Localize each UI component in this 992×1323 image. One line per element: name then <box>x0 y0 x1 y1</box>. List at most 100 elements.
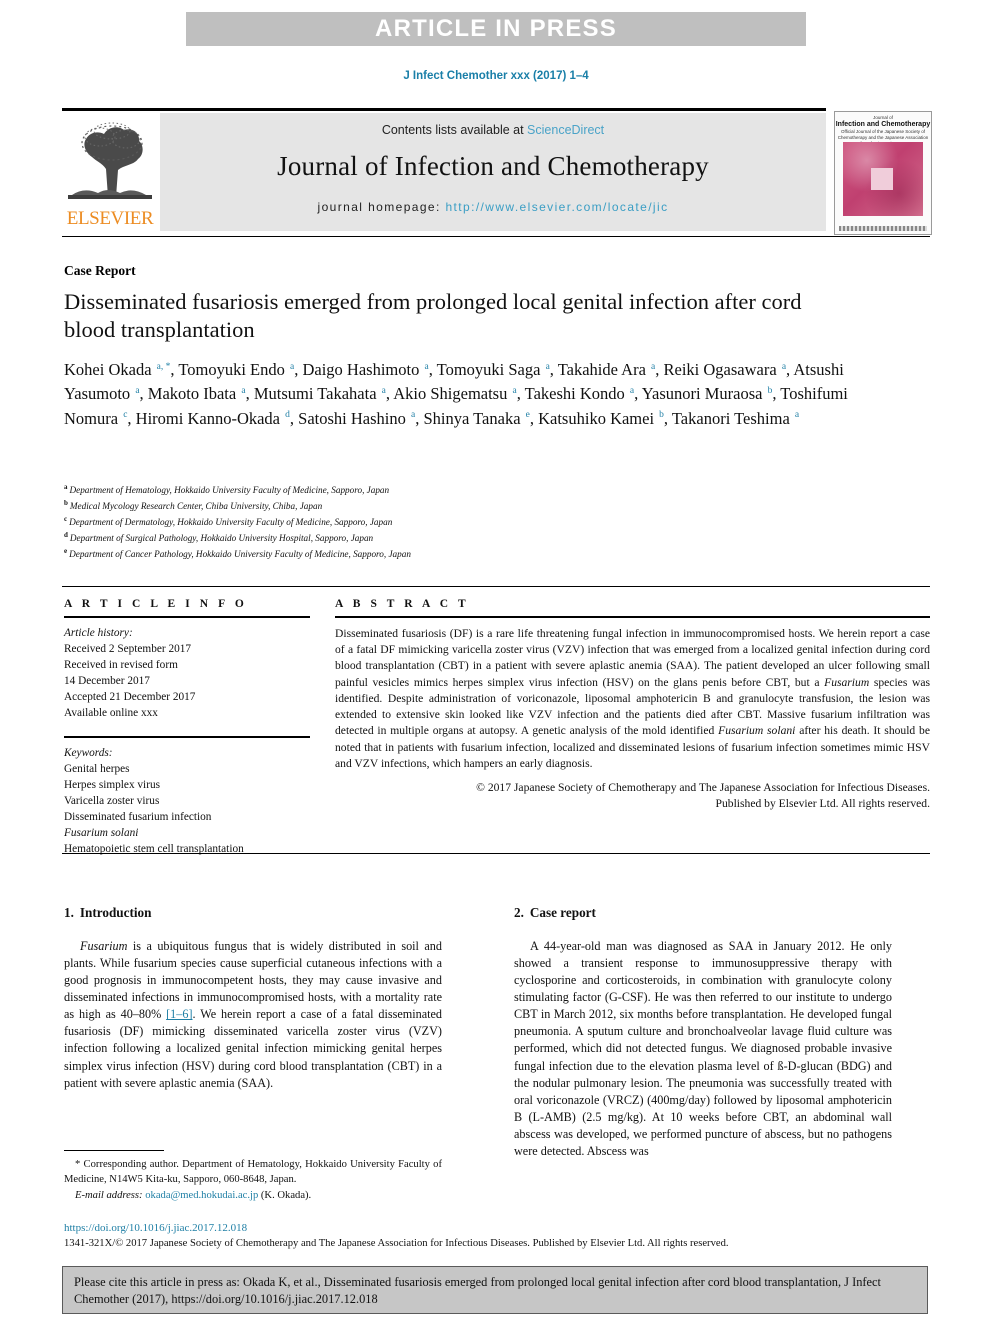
infobox-top-rule <box>62 586 930 587</box>
case-report-number: 2. <box>514 905 524 920</box>
author-affiliation-mark: a <box>241 385 246 396</box>
author-affiliation-mark: d <box>285 410 290 421</box>
author-name: Takahide Ara <box>557 360 651 379</box>
abstract-text: Disseminated fusariosis (DF) is a rare l… <box>335 626 930 772</box>
species-name-italic: Fusarium <box>824 675 870 689</box>
species-name-italic: Fusarium solani <box>718 724 796 738</box>
author-name: Katsuhiko Kamei <box>538 408 659 428</box>
author-name: Takanori Teshima <box>671 408 794 428</box>
elsevier-tree-icon <box>68 122 152 199</box>
author-name: Tomoyuki Endo <box>178 360 289 379</box>
affiliation-text: Department of Dermatology, Hokkaido Univ… <box>69 517 393 527</box>
footnote-text: * Corresponding author. Department of He… <box>64 1158 442 1188</box>
affiliation-item: a Department of Hematology, Hokkaido Univ… <box>64 482 764 498</box>
fusarium-italic: Fusarium <box>80 939 128 953</box>
author-affiliation-mark: b <box>659 410 664 421</box>
article-history-item: Received 2 September 2017 <box>64 643 192 656</box>
masthead-center: Contents lists available at ScienceDirec… <box>160 113 826 231</box>
keyword-item: Disseminated fusarium infection <box>64 811 212 824</box>
article-info-heading: A R T I C L E I N F O <box>64 598 248 610</box>
elsevier-logo: ELSEVIER <box>62 113 158 231</box>
article-history-block: Article history: Received 2 September 20… <box>64 625 310 721</box>
journal-homepage-link[interactable]: http://www.elsevier.com/locate/jic <box>445 200 668 214</box>
author-list: Kohei Okada a, *, Tomoyuki Endo a, Daigo… <box>64 360 848 428</box>
issn-copyright-line: 1341-321X/© 2017 Japanese Society of Che… <box>64 1238 729 1249</box>
author-name: Mutsumi Takahata <box>253 384 381 404</box>
email-label: E-mail address: <box>75 1189 143 1201</box>
running-head: J Infect Chemother xxx (2017) 1–4 <box>403 70 589 82</box>
page-title: Disseminated fusariosis emerged from pro… <box>64 289 802 343</box>
affiliation-item: e Department of Cancer Pathology, Hokkaid… <box>64 546 764 562</box>
introduction-title: Introduction <box>79 905 152 920</box>
masthead-top-rule <box>62 108 826 111</box>
author-affiliation-mark: a <box>651 361 656 372</box>
author-name: Akio Shigematsu <box>393 384 512 404</box>
affiliation-item: b Medical Mycology Research Center, Chiba… <box>64 498 764 514</box>
cover-kicker: Journal of <box>873 115 893 120</box>
journal-cover-thumbnail: Journal of Infection and Chemotherapy Of… <box>834 111 932 235</box>
author-affiliation-mark: a <box>424 361 429 372</box>
article-in-press-banner: ARTICLE IN PRESS <box>186 12 806 46</box>
column-introduction: 1. Introduction Fusarium is a ubiquitous … <box>64 905 442 1092</box>
author-affiliation-mark: a, * <box>156 361 171 372</box>
article-page: ARTICLE IN PRESS J Infect Chemother xxx … <box>0 0 992 1323</box>
doi-link[interactable]: https://doi.org/10.1016/j.jiac.2017.12.0… <box>64 1222 247 1234</box>
keywords-rule <box>64 736 310 739</box>
author-affiliation-mark: a <box>381 385 386 396</box>
affiliation-item: c Department of Dermatology, Hokkaido Uni… <box>64 514 764 530</box>
cite-this-article-box: Please cite this article in press as: Ok… <box>62 1266 928 1314</box>
cover-title: Infection and Chemotherapy <box>835 120 931 128</box>
author-affiliation-mark: a <box>290 361 295 372</box>
author-affiliation-mark: a <box>794 410 800 421</box>
author-affiliation-mark: e <box>525 410 530 421</box>
case-report-heading: 2. Case report <box>514 905 892 921</box>
author-name: Hiromi Kanno-Okada <box>135 408 285 428</box>
keyword-item: Genital herpes <box>64 763 130 776</box>
homepage-prefix: journal homepage: <box>317 200 446 214</box>
article-in-press-label: ARTICLE IN PRESS <box>375 15 617 42</box>
keyword-item: Varicella zoster virus <box>64 795 160 808</box>
article-history-label: Article history: <box>64 627 133 639</box>
column-case-report: 2. Case report A 44-year-old man was diag… <box>514 905 892 1160</box>
introduction-heading: 1. Introduction <box>64 905 442 921</box>
email-link[interactable]: okada@med.hokudai.ac.jp <box>145 1190 258 1201</box>
corresponding-author-text: * Corresponding author. Department of He… <box>64 1159 442 1185</box>
article-type-label: Case Report <box>64 263 136 278</box>
introduction-number: 1. <box>64 905 74 920</box>
author-name: Reiki Ogasawara <box>663 360 781 379</box>
affiliation-text: Medical Mycology Research Center, Chiba … <box>69 501 323 512</box>
journal-homepage-line: journal homepage: http://www.elsevier.co… <box>160 200 826 214</box>
journal-title: Journal of Infection and Chemotherapy <box>277 151 709 181</box>
affiliation-text: Department of Surgical Pathology, Hokkai… <box>69 532 374 543</box>
abstract-rule <box>335 616 930 618</box>
contents-lists-line: Contents lists available at ScienceDirec… <box>160 123 826 137</box>
copyright-line-2: Published by Elsevier Ltd. All rights re… <box>715 797 930 811</box>
author-affiliation-mark: b <box>767 385 773 396</box>
author-name: Tomoyuki Saga <box>436 360 545 379</box>
email-line: E-mail address: okada@med.hokudai.ac.jp … <box>64 1190 442 1201</box>
sciencedirect-link[interactable]: ScienceDirect <box>527 123 604 137</box>
article-history-item: Available online xxx <box>64 707 158 720</box>
journal-masthead: ELSEVIER Contents lists available at Sci… <box>62 108 932 235</box>
contents-prefix: Contents lists available at <box>381 123 528 137</box>
keyword-item: Fusarium solani <box>64 827 139 840</box>
reference-citation-link[interactable]: [1–6] <box>166 1007 192 1021</box>
article-history-item: Received in revised form <box>64 659 178 672</box>
author-affiliation-mark: a <box>512 385 517 396</box>
copyright-line-1: © 2017 Japanese Society of Chemotherapy … <box>476 780 930 794</box>
footnote-rule <box>64 1150 164 1151</box>
author-affiliation-mark: c <box>123 410 128 421</box>
author-name: Satoshi Hashino <box>298 408 410 428</box>
author-affiliation-mark: a <box>135 385 140 396</box>
article-history-item: 14 December 2017 <box>64 675 150 688</box>
keywords-label: Keywords: <box>64 747 113 760</box>
cite-this-article-text: Please cite this article in press as: Ok… <box>74 1275 881 1307</box>
info-abstract-box: A R T I C L E I N F O Article history: R… <box>62 586 930 856</box>
elsevier-wordmark: ELSEVIER <box>66 208 154 229</box>
author-name: Yasunori Muraosa <box>641 384 767 404</box>
introduction-paragraph: Fusarium is a ubiquitous fungus that is … <box>64 938 442 1092</box>
abstract-heading: A B S T R A C T <box>335 598 470 610</box>
cover-footer-band <box>839 226 927 231</box>
keyword-item: Hematopoietic stem cell transplantation <box>64 843 244 856</box>
affiliation-list: a Department of Hematology, Hokkaido Univ… <box>64 482 764 562</box>
